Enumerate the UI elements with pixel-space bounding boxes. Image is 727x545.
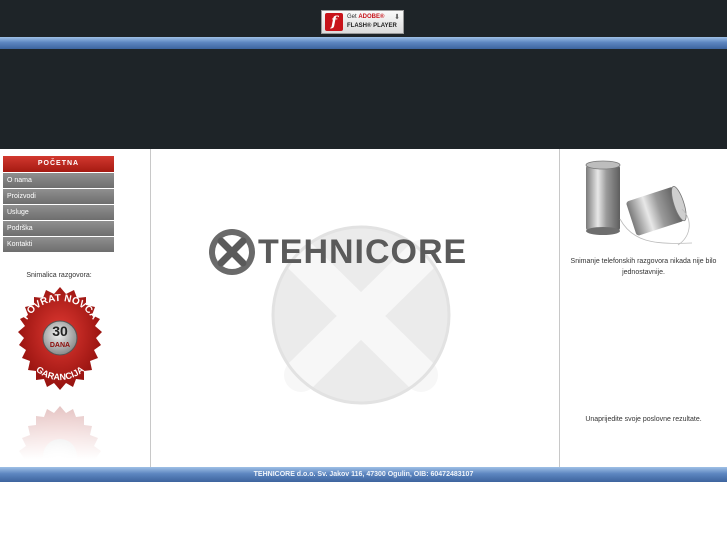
- left-sidebar: POČETNA O nama Proizvodi Usluge Podrška …: [0, 149, 151, 467]
- right-sidebar: Snimanje telefonskih razgovora nikada ni…: [560, 149, 727, 467]
- get-flash-player-button[interactable]: f Get ADOBE® FLASH® PLAYER ⬇: [321, 10, 404, 34]
- nav-item-o-nama[interactable]: O nama: [3, 173, 114, 188]
- nav-item-kontakti[interactable]: Kontakti: [3, 237, 114, 252]
- flash-banner-area: [0, 49, 727, 149]
- logo-text: TEHNICORE: [258, 233, 467, 271]
- footer-text: TEHNICORE d.o.o. Sv. Jakov 116, 47300 Og…: [253, 471, 474, 478]
- tin-can-phone-image: [585, 160, 693, 246]
- main-nav: POČETNA O nama Proizvodi Usluge Podrška …: [3, 156, 114, 253]
- flash-product-label: FLASH® PLAYER: [347, 23, 397, 29]
- nav-item-podrska[interactable]: Podrška: [3, 221, 114, 236]
- right-results-text: Unaprijedite svoje poslovne rezultate.: [585, 416, 702, 423]
- flash-get-label: Get ADOBE®: [347, 14, 385, 20]
- download-icon: ⬇: [394, 14, 400, 21]
- tehnicore-logo-watermark: [271, 225, 451, 405]
- badge-number: 30: [52, 323, 68, 339]
- flash-logo-icon: f: [325, 13, 343, 31]
- main-content: TEHNICORE: [151, 149, 560, 467]
- tehnicore-logo: TEHNICORE: [209, 229, 467, 275]
- top-blue-bar: [0, 37, 727, 49]
- nav-item-pocetna[interactable]: POČETNA: [3, 156, 114, 172]
- sidebar-label: Snimalica razgovora:: [26, 272, 92, 279]
- right-promo-text: Snimanje telefonskih razgovora nikada ni…: [570, 258, 717, 276]
- nav-item-proizvodi[interactable]: Proizvodi: [3, 189, 114, 204]
- nav-item-usluge[interactable]: Usluge: [3, 205, 114, 220]
- badge-days: DANA: [50, 342, 70, 349]
- money-back-guarantee-badge[interactable]: 30 DANA POVRAT NOVCA GARANCIJA: [4, 284, 116, 459]
